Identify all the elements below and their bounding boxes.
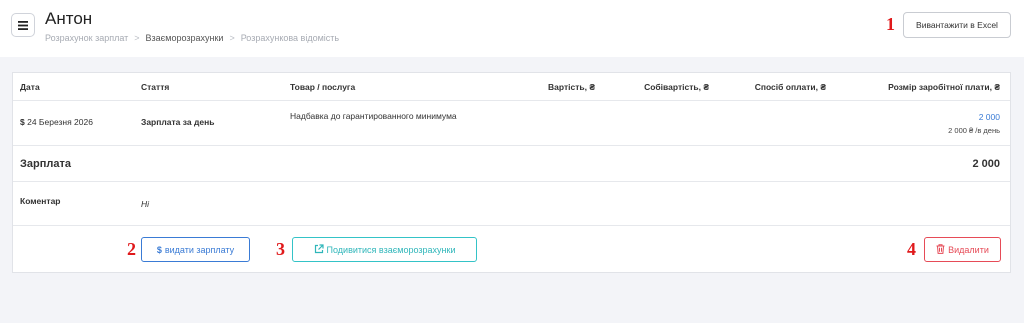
table-row: $ 24 Березня 2026 Зарплата за день Надба… — [13, 101, 1010, 146]
column-header-salary: Розмір заробітної плати, ₴ — [888, 82, 1000, 92]
column-header-prime-cost: Собівартість, ₴ — [644, 82, 709, 92]
annotation-marker-2: 2 — [127, 239, 136, 259]
column-header-product: Товар / послуга — [290, 82, 356, 92]
column-header-article: Стаття — [141, 82, 170, 92]
column-header-date: Дата — [20, 82, 40, 92]
top-bar: Антон Розрахунок зарплат > Взаєморозрахунк… — [0, 0, 1024, 57]
row-salary-link[interactable]: 2 000 — [979, 112, 1000, 122]
menu-icon — [18, 20, 28, 30]
payroll-statement-card: Дата Стаття Товар / послуга Вартість, ₴ … — [12, 72, 1011, 273]
row-salary-rate: 2 000 ₴ /в день — [948, 126, 1000, 135]
menu-button[interactable] — [11, 13, 35, 37]
page-title: Антон — [45, 9, 93, 28]
breadcrumb: Розрахунок зарплат > Взаєморозрахунки > Розр… — [45, 33, 339, 43]
delete-label: Видалити — [948, 244, 989, 255]
comment-value: Hi — [141, 199, 150, 209]
column-header-cost: Вартість, ₴ — [548, 82, 595, 92]
row-date: $ 24 Березня 2026 — [20, 117, 93, 127]
row-date-text: 24 Березня 2026 — [27, 117, 93, 127]
row-article: Зарплата за день — [141, 117, 215, 127]
actions-row: $ видати зарплату Подивитися взаєморозрах… — [13, 226, 1010, 273]
summary-label: Зарплата — [20, 158, 71, 170]
column-header-payment-method: Спосіб оплати, ₴ — [754, 82, 826, 92]
dollar-icon: $ — [156, 244, 162, 255]
row-product: Надбавка до гарантированного минимума — [290, 111, 457, 121]
export-excel-button[interactable]: Вивантажити в Excel — [903, 12, 1011, 38]
view-settlements-label: Подивитися взаєморозрахунки — [326, 244, 456, 255]
pay-salary-label: видати зарплату — [164, 244, 235, 255]
summary-row: Зарплата 2 000 — [13, 146, 1010, 182]
comment-row: Коментар Hi — [13, 182, 1010, 226]
trash-icon — [936, 243, 945, 256]
breadcrumb-item-payroll[interactable]: Розрахунок зарплат — [45, 33, 128, 43]
breadcrumb-separator: > — [134, 33, 140, 43]
comment-label: Коментар — [20, 196, 61, 206]
delete-button[interactable]: Видалити — [924, 237, 1001, 262]
pay-salary-button[interactable]: $ видати зарплату — [141, 237, 250, 262]
view-settlements-button[interactable]: Подивитися взаєморозрахунки — [292, 237, 477, 262]
table-header: Дата Стаття Товар / послуга Вартість, ₴ … — [13, 73, 1010, 101]
breadcrumb-item-statement: Розрахункова відомість — [240, 33, 340, 43]
annotation-marker-3: 3 — [276, 239, 285, 259]
dollar-icon: $ — [20, 117, 25, 127]
breadcrumb-separator: > — [229, 33, 235, 43]
annotation-marker-4: 4 — [907, 239, 916, 259]
summary-total: 2 000 — [972, 158, 1000, 170]
external-link-icon — [314, 243, 324, 256]
annotation-marker-1: 1 — [886, 14, 895, 34]
breadcrumb-item-settlements[interactable]: Взаєморозрахунки — [146, 33, 224, 43]
